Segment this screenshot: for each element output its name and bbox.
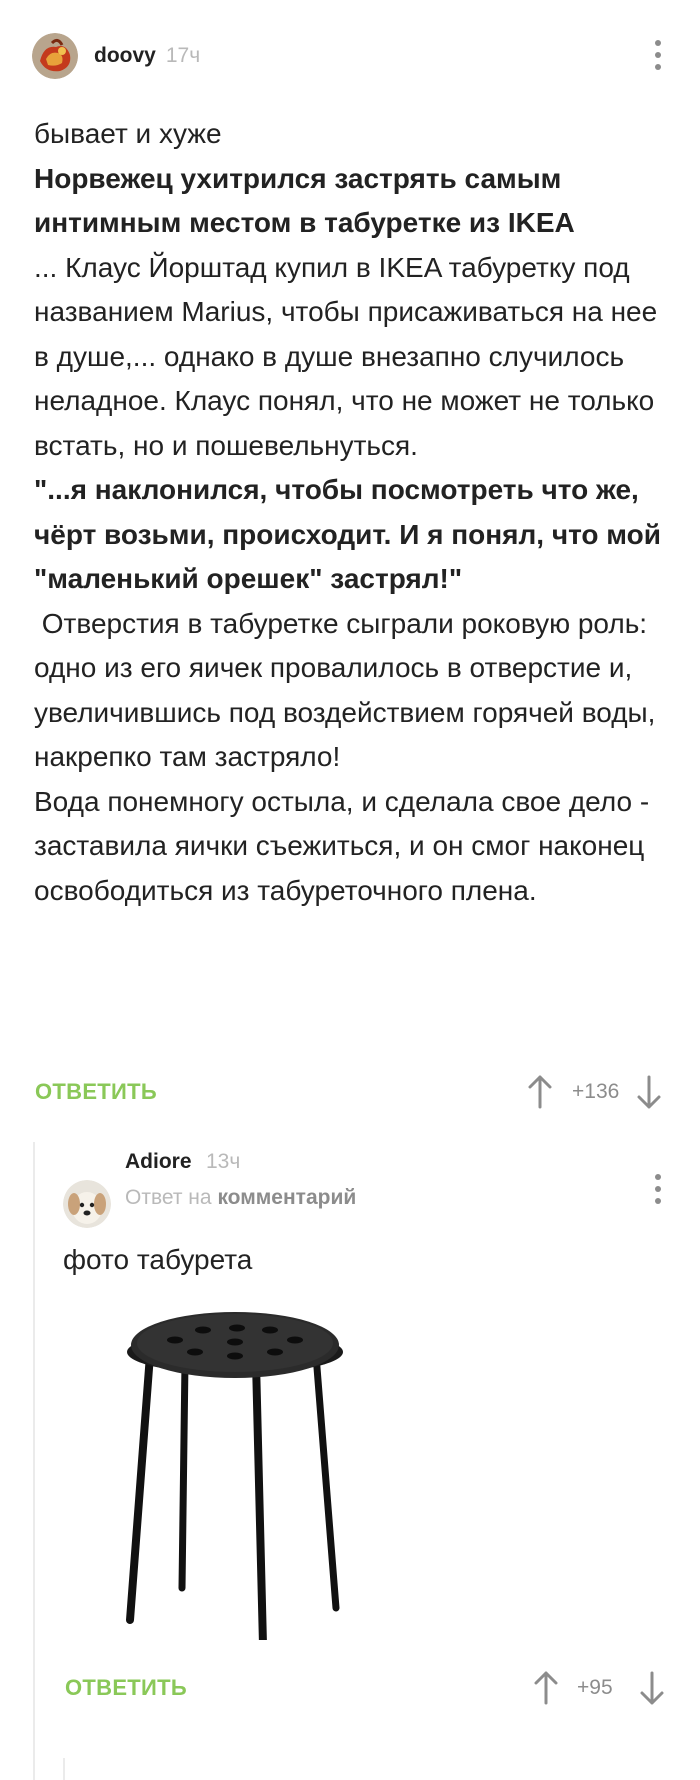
comment-text: Вода понемногу остыла, и сделала свое де… — [34, 785, 650, 906]
reply-button[interactable]: ОТВЕТИТЬ — [35, 1072, 157, 1112]
comment-meta: Adiore 13ч Ответ на комментарий — [125, 1150, 356, 1210]
comment-quote: "...я наклонился, чтобы посмотреть что ж… — [34, 474, 661, 594]
avatar[interactable] — [63, 1180, 111, 1228]
reply-to: Ответ на комментарий — [125, 1186, 356, 1210]
arrow-up-icon[interactable] — [533, 1670, 559, 1706]
comment-header: Adiore 13ч Ответ на комментарий — [63, 1150, 356, 1228]
comment-text: Отверстия в табуретке сыграли роковую ро… — [34, 607, 664, 773]
avatar[interactable] — [32, 33, 78, 79]
comment-header: doovy 17ч — [32, 33, 200, 79]
username[interactable]: Adiore — [125, 1150, 192, 1173]
more-vertical-icon[interactable] — [652, 40, 664, 70]
reply-to-label: Ответ на — [125, 1186, 212, 1209]
comment-text: ... Клаус Йорштад купил в IKEA табуретку… — [34, 251, 658, 461]
arrow-down-icon[interactable] — [639, 1670, 665, 1706]
comment-text: бывает и хуже — [34, 118, 222, 149]
comment-body: бывает и хуже Норвежец ухитрился застрят… — [34, 112, 674, 913]
more-vertical-icon[interactable] — [652, 1174, 664, 1204]
comment-body: фото табурета — [63, 1238, 663, 1283]
comment-actions: ОТВЕТИТЬ +136 — [35, 1072, 675, 1112]
stool-image[interactable] — [120, 1300, 370, 1640]
arrow-up-icon[interactable] — [527, 1074, 553, 1110]
username[interactable]: doovy — [94, 44, 156, 68]
arrow-down-icon[interactable] — [636, 1074, 662, 1110]
thread-line — [63, 1758, 65, 1780]
reply-to-link[interactable]: комментарий — [217, 1186, 356, 1209]
timestamp: 17ч — [165, 44, 201, 67]
reply-button[interactable]: ОТВЕТИТЬ — [65, 1668, 187, 1708]
comment-headline: Норвежец ухитрился застрять самым интимн… — [34, 162, 575, 239]
timestamp: 13ч — [205, 1150, 241, 1173]
thread-line — [33, 1142, 35, 1780]
rating-score: +136 — [572, 1080, 620, 1103]
comment-text: фото табурета — [63, 1244, 253, 1275]
rating-score: +95 — [577, 1676, 613, 1699]
comment-actions: ОТВЕТИТЬ +95 — [65, 1668, 677, 1708]
